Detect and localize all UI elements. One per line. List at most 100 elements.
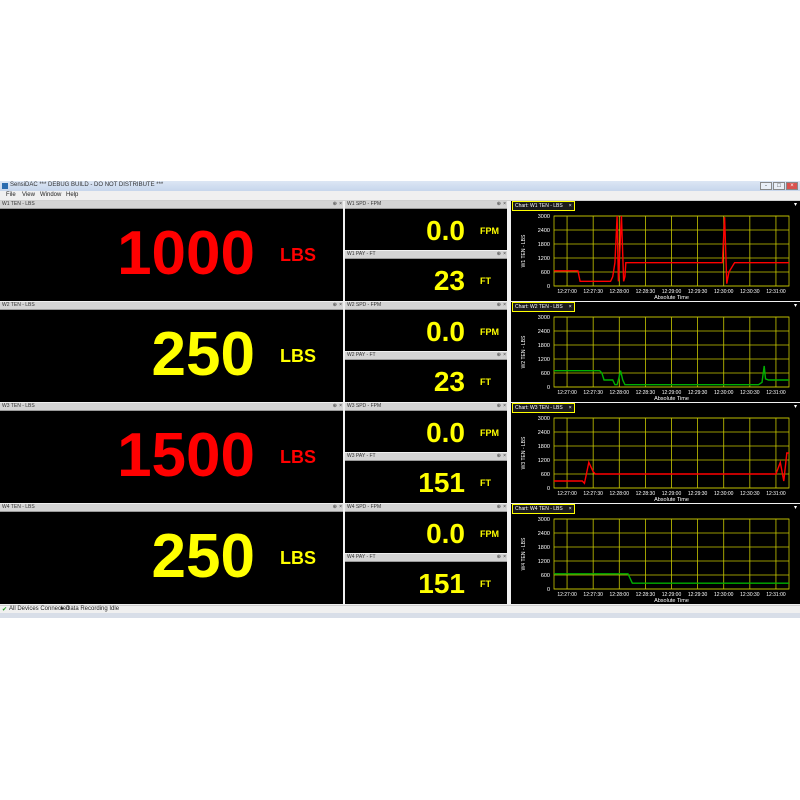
speed-panel-label: W3 SPD - FPM	[347, 403, 382, 409]
menu-window[interactable]: Window	[40, 192, 61, 198]
x-axis-label: Absolute Time	[654, 598, 689, 603]
y-tick-label: 600	[541, 573, 550, 579]
close-icon[interactable]: ×	[503, 201, 506, 207]
x-tick-label: 12:28:30	[636, 491, 656, 497]
close-icon[interactable]: ×	[503, 554, 506, 560]
close-icon[interactable]: ×	[339, 504, 342, 510]
speed-panel-w3: W3 SPD - FPM ⊕ × 0.0 FPM	[345, 403, 507, 452]
trend-chart: W3 TEN - LBS 0 600 1200 1800 2400 3000 12:27:00…	[521, 416, 790, 502]
pin-icon[interactable]: ⊕	[497, 201, 501, 207]
y-tick-label: 1800	[538, 242, 550, 248]
chart-title: Chart: W4 TEN - LBS	[515, 506, 563, 512]
menu-view[interactable]: View	[22, 192, 35, 198]
speed-panel-label: W4 SPD - FPM	[347, 504, 382, 510]
pin-icon[interactable]: ⊕	[333, 403, 337, 409]
tension-panel-label: W2 TEN - LBS	[2, 302, 35, 308]
payout-value: 23	[433, 265, 465, 296]
chevron-down-icon[interactable]: ▾	[794, 201, 797, 208]
pin-icon[interactable]: ⊕	[497, 352, 501, 358]
tension-panel-w1: W1 TEN - LBS ⊕ × 1000 LBS	[0, 201, 343, 301]
y-tick-label: 3000	[538, 416, 550, 422]
y-tick-label: 1200	[538, 357, 550, 363]
y-tick-label: 2400	[538, 531, 550, 537]
menu-help[interactable]: Help	[66, 192, 78, 198]
maximize-button[interactable]: □	[773, 182, 785, 190]
payout-panel-label: W3 PAY - FT	[347, 453, 376, 459]
x-tick-label: 12:31:00	[766, 390, 786, 396]
x-tick-label: 12:31:00	[766, 592, 786, 598]
speed-value: 0.0	[426, 417, 465, 448]
speed-unit: FPM	[480, 529, 499, 539]
close-icon[interactable]: ×	[503, 302, 506, 308]
close-icon[interactable]: ×	[503, 403, 506, 409]
x-tick-label: 12:27:00	[557, 592, 577, 598]
x-axis-label: Absolute Time	[654, 497, 689, 502]
x-tick-label: 12:28:00	[610, 592, 630, 598]
chart-panel-w4: Chart: W4 TEN - LBS × ▾ W4 TEN - LBS 0 600 120…	[511, 504, 800, 604]
x-tick-label: 12:30:00	[714, 491, 734, 497]
menu-file[interactable]: File	[6, 192, 16, 198]
close-icon[interactable]: ×	[339, 302, 342, 308]
pin-icon[interactable]: ⊕	[497, 302, 501, 308]
y-tick-label: 2400	[538, 430, 550, 436]
record-icon: ●	[60, 606, 64, 612]
pin-icon[interactable]: ⊕	[333, 302, 337, 308]
y-tick-label: 0	[547, 284, 550, 290]
pin-icon[interactable]: ⊕	[333, 201, 337, 207]
close-icon[interactable]: ×	[569, 506, 572, 512]
pin-icon[interactable]: ⊕	[333, 504, 337, 510]
close-icon[interactable]: ×	[569, 203, 572, 209]
speed-unit: FPM	[480, 327, 499, 337]
chevron-down-icon[interactable]: ▾	[794, 302, 797, 309]
y-tick-label: 0	[547, 385, 550, 391]
chevron-down-icon[interactable]: ▾	[794, 403, 797, 410]
speed-panel-label: W2 SPD - FPM	[347, 302, 382, 308]
tension-panel-w4: W4 TEN - LBS ⊕ × 250 LBS	[0, 504, 343, 604]
tension-value: 250	[151, 320, 255, 389]
close-icon[interactable]: ×	[569, 304, 572, 310]
close-icon[interactable]: ×	[503, 251, 506, 257]
payout-panel-w1: W1 PAY - FT ⊕ × 23 FT	[345, 251, 507, 301]
pin-icon[interactable]: ⊕	[497, 251, 501, 257]
pin-icon[interactable]: ⊕	[497, 403, 501, 409]
pin-icon[interactable]: ⊕	[497, 453, 501, 459]
payout-panel-header: W3 PAY - FT ⊕ ×	[345, 453, 507, 461]
x-tick-label: 12:30:00	[714, 289, 734, 295]
x-tick-label: 12:27:00	[557, 390, 577, 396]
close-icon[interactable]: ×	[569, 405, 572, 411]
payout-unit: FT	[480, 377, 491, 387]
chevron-down-icon[interactable]: ▾	[794, 504, 797, 511]
close-icon[interactable]: ×	[339, 201, 342, 207]
speed-unit: FPM	[480, 428, 499, 438]
chart-title: Chart: W2 TEN - LBS	[515, 304, 563, 310]
tension-panel-header: W1 TEN - LBS ⊕ ×	[0, 201, 343, 209]
speed-panel-header: W4 SPD - FPM ⊕ ×	[345, 504, 507, 512]
tension-panel-w3: W3 TEN - LBS ⊕ × 1500 LBS	[0, 403, 343, 503]
payout-unit: FT	[480, 579, 491, 589]
chart-header: Chart: W1 TEN - LBS × ▾	[511, 201, 800, 211]
y-tick-label: 2400	[538, 329, 550, 335]
y-axis-label: W1 TEN - LBS	[521, 234, 527, 267]
close-icon[interactable]: ×	[339, 403, 342, 409]
payout-value: 151	[418, 568, 465, 599]
x-tick-label: 12:28:30	[636, 592, 656, 598]
y-tick-label: 3000	[538, 214, 550, 220]
close-icon[interactable]: ×	[503, 504, 506, 510]
speed-unit: FPM	[480, 226, 499, 236]
close-icon[interactable]: ×	[503, 453, 506, 459]
tension-unit: LBS	[280, 346, 316, 366]
x-tick-label: 12:31:00	[766, 491, 786, 497]
payout-value: 23	[433, 366, 465, 397]
x-tick-label: 12:30:00	[714, 592, 734, 598]
tension-unit: LBS	[280, 548, 316, 568]
payout-unit: FT	[480, 478, 491, 488]
tension-value: 1000	[117, 219, 255, 288]
x-tick-label: 12:30:30	[740, 390, 760, 396]
minimize-button[interactable]: -	[760, 182, 772, 190]
close-button[interactable]: ×	[786, 182, 798, 190]
pin-icon[interactable]: ⊕	[497, 504, 501, 510]
payout-panel-w2: W2 PAY - FT ⊕ × 23 FT	[345, 352, 507, 402]
close-icon[interactable]: ×	[503, 352, 506, 358]
tension-panel-header: W4 TEN - LBS ⊕ ×	[0, 504, 343, 512]
pin-icon[interactable]: ⊕	[497, 554, 501, 560]
